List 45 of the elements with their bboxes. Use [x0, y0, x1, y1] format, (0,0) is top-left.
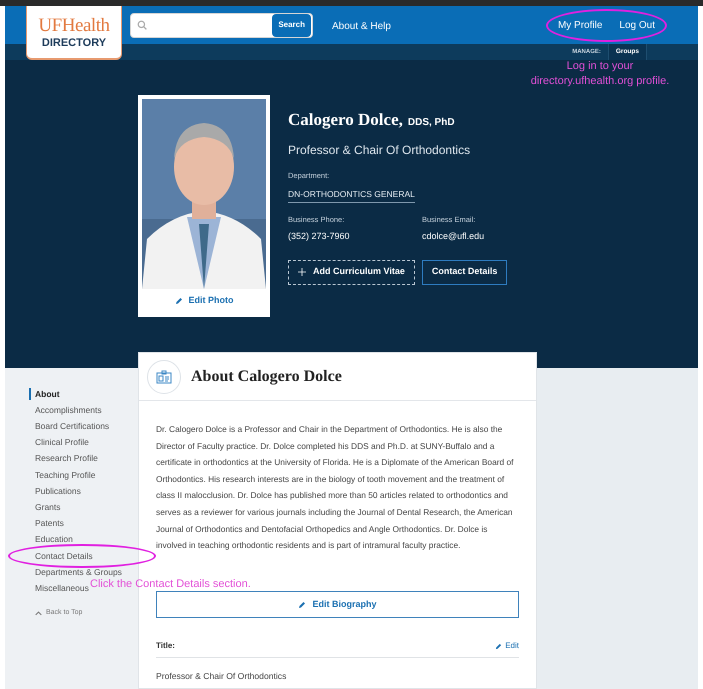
search-field[interactable]: Search	[130, 12, 313, 38]
sidebar-link[interactable]: Miscellaneous	[29, 582, 89, 595]
sidebar-link[interactable]: Grants	[29, 501, 61, 514]
department-link[interactable]: DN-ORTHODONTICS GENERAL	[288, 188, 415, 202]
biography-text: Dr. Calogero Dolce is a Professor and Chair in the Department of Orthodontics. He is also the Director of Faculty practice. Dr. Dolce completed his DDS and Ph.D. at SUNY-Buffalo and a certificate in orthodontics at the University of Florida. He is a Diplomate of the American Board of Orthodontics. His research interests are in the biology of tooth movement and the treatment of class II malocclusion. Dr. Dolce has published more than 50 articles related to orthodontics and serves as a reviewer for various journals including the Journal of Dental Research, the American Journal of Orthodontics and Dentofacial Orthopedics and Angle Orthodontics. Dr. Dolce is involved in teaching orthodontic residents and is part of intramural faculty practice.	[156, 423, 514, 552]
pencil-icon	[495, 642, 502, 650]
sidebar-link[interactable]: Contact Details	[29, 550, 93, 562]
sidebar-link[interactable]: Accomplishments	[29, 404, 102, 417]
account-link[interactable]: My Profile	[558, 18, 602, 32]
profile-name: Calogero Dolce,	[288, 109, 403, 131]
sidebar-link[interactable]: Board Certifications	[29, 420, 110, 433]
pencil-icon	[174, 296, 182, 305]
edit-biography-button[interactable]: Edit Biography	[156, 591, 519, 618]
logo-subtitle: DIRECTORY	[42, 38, 106, 48]
title-label: Title:	[156, 640, 175, 652]
field-value: (352) 273-7960	[288, 230, 351, 243]
sidebar-link[interactable]: About	[29, 388, 60, 400]
field-value: cdolce@ufl.edu	[422, 230, 486, 243]
caret-up-icon	[35, 611, 42, 616]
sidebar-link[interactable]: Teaching Profile	[29, 468, 96, 482]
edit-photo-button[interactable]: Edit Photo	[142, 294, 266, 308]
search-button[interactable]: Search	[272, 14, 311, 36]
plus-icon	[298, 268, 306, 276]
edit-title-link[interactable]: Edit	[495, 640, 519, 652]
contact-details-button[interactable]: Contact Details	[422, 260, 508, 284]
logo[interactable]: UFHealth DIRECTORY	[26, 6, 122, 60]
contact-hint-text: Click the Contact Details section.	[90, 578, 251, 590]
sidebar-link[interactable]: Education	[29, 533, 73, 546]
pencil-icon	[298, 600, 306, 608]
profile-credentials: DDS, PhD	[408, 116, 455, 130]
sidebar-link[interactable]: Patents	[29, 517, 64, 530]
title-value: Professor & Chair Of Orthodontics	[156, 670, 288, 683]
profile-title: Professor & Chair Of Orthodontics	[288, 142, 472, 158]
search-icon	[137, 20, 147, 30]
about-heading: About Calogero Dolce	[191, 366, 342, 386]
sidebar-link[interactable]: Clinical Profile	[29, 436, 89, 450]
login-hint-text: Log in to your directory.ufhealth.org profile.	[530, 59, 670, 89]
account-link[interactable]: Log Out	[619, 18, 655, 32]
add-cv-button[interactable]: Add Curriculum Vitae	[288, 260, 415, 284]
sidebar-link[interactable]: Publications	[29, 484, 81, 498]
logo-wordmark: UFHealth	[38, 16, 110, 34]
sidebar-link[interactable]: Departments & Groups	[29, 566, 122, 579]
nav-link[interactable]: About & Help	[332, 21, 391, 32]
about-badge-icon	[147, 360, 181, 394]
sidebar-link[interactable]: Research Profile	[29, 452, 98, 466]
